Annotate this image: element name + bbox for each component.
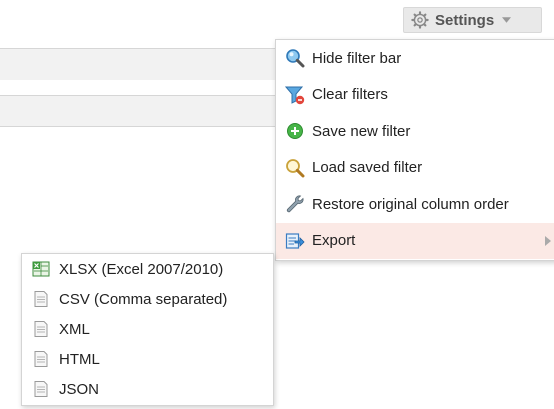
table-row: [0, 48, 275, 80]
wrench-icon: [286, 195, 304, 213]
export-item-xlsx[interactable]: XLSX (Excel 2007/2010): [22, 254, 273, 284]
menu-item-hide-filter-bar[interactable]: Hide filter bar: [276, 40, 554, 77]
add-green-icon: [287, 123, 303, 140]
menu-item-clear-filters[interactable]: Clear filters: [276, 77, 554, 114]
document-icon: [34, 321, 48, 337]
chevron-down-icon: [502, 17, 512, 23]
menu-item-label: Restore original column order: [312, 195, 509, 213]
document-icon: [34, 351, 48, 367]
export-item-label: XLSX (Excel 2007/2010): [59, 260, 224, 278]
chevron-right-icon: [545, 235, 551, 246]
export-item-label: CSV (Comma separated): [59, 290, 228, 308]
document-icon: [34, 381, 48, 397]
menu-item-export[interactable]: Export: [276, 222, 554, 259]
menu-item-save-new-filter[interactable]: Save new filter: [276, 113, 554, 150]
menu-item-restore-column-order[interactable]: Restore original column order: [276, 186, 554, 223]
export-item-json[interactable]: JSON: [22, 374, 273, 404]
gear-icon: [411, 11, 429, 29]
magnifier-icon: [286, 158, 305, 178]
funnel-clear-icon: [285, 86, 305, 104]
menu-item-label: Load saved filter: [312, 159, 423, 177]
export-item-label: XML: [59, 320, 90, 338]
settings-label: Settings: [435, 11, 495, 29]
menu-item-label: Clear filters: [312, 86, 388, 104]
menu-item-label: Save new filter: [312, 122, 411, 140]
export-submenu: XLSX (Excel 2007/2010) CSV (Comma separa…: [21, 253, 274, 406]
menu-item-label: Hide filter bar: [312, 49, 402, 67]
settings-button[interactable]: Settings: [403, 7, 542, 33]
document-icon: [34, 291, 48, 307]
table-row: [0, 95, 275, 127]
export-item-csv[interactable]: CSV (Comma separated): [22, 284, 273, 314]
menu-item-load-saved-filter[interactable]: Load saved filter: [276, 150, 554, 187]
magnifier-blue-icon: [286, 49, 305, 68]
screen: Settings Hide filter bar Clear filters S…: [0, 0, 554, 409]
export-item-xml[interactable]: XML: [22, 314, 273, 344]
menu-item-label: Export: [312, 232, 356, 250]
export-item-label: JSON: [59, 380, 100, 398]
settings-menu: Hide filter bar Clear filters Save new f…: [275, 39, 554, 261]
export-icon: [285, 233, 305, 249]
excel-icon: [32, 261, 50, 277]
export-item-html[interactable]: HTML: [22, 344, 273, 374]
export-item-label: HTML: [59, 350, 100, 368]
